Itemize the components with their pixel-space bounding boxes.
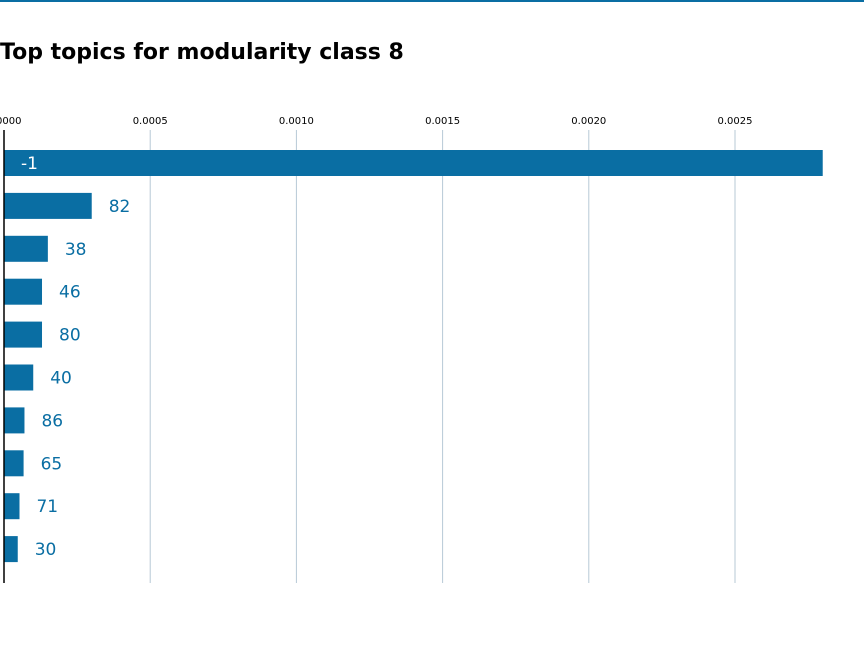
bar: [4, 321, 43, 348]
grid-layer: [149, 130, 736, 583]
x-tick-label: 0.0000: [0, 116, 22, 127]
x-tick-labels: 0.0000 0.0005 0.0010 0.0015 0.0020 0.0025: [0, 116, 753, 127]
bar: [4, 493, 20, 520]
x-tick-label: 0.0005: [133, 116, 168, 127]
bar: [4, 150, 823, 176]
bar-label: -1: [21, 154, 38, 174]
bar-label: 86: [41, 411, 63, 431]
bar: [4, 450, 24, 477]
bar-label: 65: [41, 454, 63, 474]
x-tick-label: 0.0015: [425, 116, 460, 127]
bar: [4, 192, 92, 219]
x-tick-label: 0.0020: [571, 116, 606, 127]
bar-label: 82: [109, 197, 131, 217]
bar: [4, 235, 48, 262]
bar: [4, 536, 18, 563]
bar: [4, 278, 43, 305]
bar-label: 46: [59, 283, 81, 303]
bar-label: 80: [59, 326, 81, 346]
bar-chart: 0.0000 0.0005 0.0010 0.0015 0.0020 0.0025 -1 8…: [0, 116, 823, 583]
bar: [4, 407, 25, 434]
x-tick-label: 0.0010: [279, 116, 314, 127]
x-tick-label: 0.0025: [718, 116, 753, 127]
bar-label: 71: [36, 497, 58, 517]
bar: [4, 364, 34, 391]
bar-label: 38: [65, 240, 87, 260]
bar-label: 40: [50, 369, 72, 389]
bar-label: 30: [35, 540, 57, 560]
